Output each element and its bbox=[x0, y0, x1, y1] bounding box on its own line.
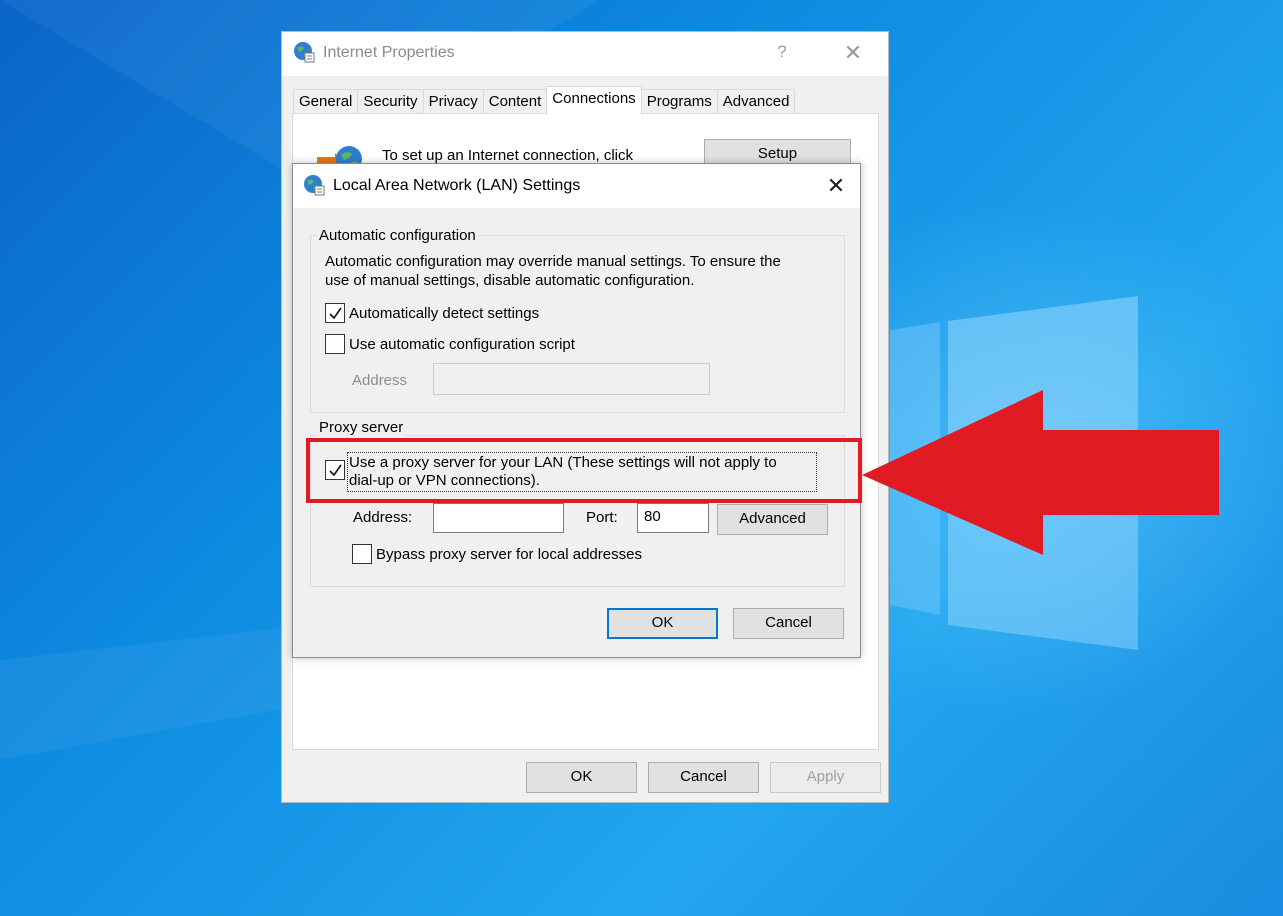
proxy-advanced-button[interactable]: Advanced bbox=[717, 504, 828, 535]
red-arrow-icon bbox=[862, 390, 1219, 555]
tab-strip: General Security Privacy Content Connect… bbox=[293, 86, 796, 115]
ok-button[interactable]: OK bbox=[526, 762, 637, 793]
window-title: Internet Properties bbox=[323, 44, 455, 61]
help-icon[interactable]: ? bbox=[772, 42, 792, 62]
bypass-local-checkbox[interactable] bbox=[352, 544, 372, 564]
lan-settings-dialog: Local Area Network (LAN) Settings ✕ Auto… bbox=[292, 163, 861, 658]
title-bar: Local Area Network (LAN) Settings ✕ bbox=[293, 164, 860, 208]
tab-content[interactable]: Content bbox=[482, 89, 548, 115]
proxy-address-input[interactable] bbox=[433, 503, 564, 533]
auto-config-description-line2: use of manual settings, disable automati… bbox=[325, 272, 695, 289]
tab-advanced[interactable]: Advanced bbox=[716, 89, 796, 115]
auto-config-description-line1: Automatic configuration may override man… bbox=[325, 253, 781, 270]
title-bar: Internet Properties ? ✕ bbox=[282, 32, 888, 76]
cancel-button[interactable]: Cancel bbox=[648, 762, 759, 793]
tab-general[interactable]: General bbox=[293, 89, 359, 115]
setup-description: To set up an Internet connection, click bbox=[382, 147, 633, 164]
internet-globe-icon bbox=[294, 42, 315, 63]
proxy-address-label: Address: bbox=[353, 509, 413, 526]
auto-detect-label[interactable]: Automatically detect settings bbox=[349, 305, 539, 322]
script-address-input[interactable] bbox=[433, 363, 710, 395]
use-config-script-label[interactable]: Use automatic configuration script bbox=[349, 336, 575, 353]
tab-programs[interactable]: Programs bbox=[640, 89, 718, 115]
apply-button[interactable]: Apply bbox=[770, 762, 881, 793]
automatic-configuration-label: Automatic configuration bbox=[317, 227, 478, 244]
internet-globe-icon bbox=[304, 175, 325, 196]
checkmark-icon bbox=[329, 307, 342, 320]
tab-security[interactable]: Security bbox=[357, 89, 424, 115]
use-config-script-checkbox[interactable] bbox=[325, 334, 345, 354]
proxy-port-input[interactable]: 80 bbox=[637, 503, 709, 533]
bypass-local-label[interactable]: Bypass proxy server for local addresses bbox=[376, 546, 642, 563]
dialog-title: Local Area Network (LAN) Settings bbox=[333, 177, 581, 194]
tab-connections[interactable]: Connections bbox=[546, 86, 642, 115]
tab-privacy[interactable]: Privacy bbox=[422, 89, 484, 115]
close-icon[interactable]: ✕ bbox=[830, 38, 876, 68]
proxy-server-label: Proxy server bbox=[317, 419, 406, 436]
close-icon[interactable]: ✕ bbox=[813, 170, 859, 202]
highlight-box bbox=[306, 438, 862, 503]
auto-detect-checkbox[interactable] bbox=[325, 303, 345, 323]
proxy-port-label: Port: bbox=[586, 509, 618, 526]
script-address-label: Address bbox=[352, 372, 408, 389]
ok-button[interactable]: OK bbox=[607, 608, 718, 639]
cancel-button[interactable]: Cancel bbox=[733, 608, 844, 639]
